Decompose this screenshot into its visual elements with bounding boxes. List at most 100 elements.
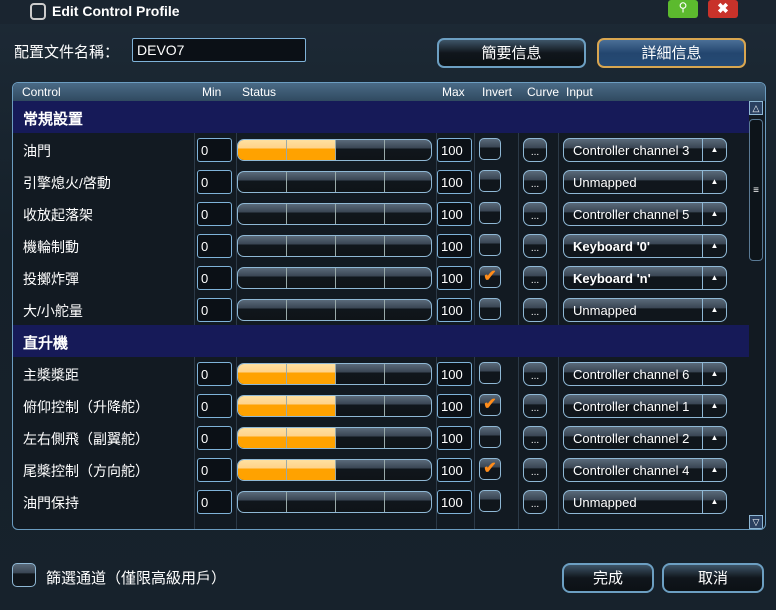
invert-checkbox[interactable]: ✔ <box>479 266 501 288</box>
invert-checkbox[interactable] <box>479 202 501 224</box>
bar-tick <box>335 172 336 192</box>
input-select[interactable]: Controller channel 4 ▲ <box>563 458 727 482</box>
col-min: Min <box>202 85 222 99</box>
curve-button[interactable]: ... <box>523 234 547 258</box>
input-select[interactable]: Controller channel 2 ▲ <box>563 426 727 450</box>
tab-summary[interactable]: 簡要信息 <box>437 38 586 68</box>
max-input[interactable]: 100 <box>437 362 472 386</box>
invert-checkbox[interactable] <box>479 298 501 320</box>
bar-tick <box>335 300 336 320</box>
vertical-scrollbar[interactable]: △ ≡ ▽ <box>749 101 763 529</box>
close-icon: ✖ <box>717 0 729 16</box>
input-select[interactable]: Unmapped ▲ <box>563 298 727 322</box>
min-input[interactable]: 0 <box>197 394 232 418</box>
control-row: 油門保持 0 100 ... Unmapped ▲ <box>13 485 749 517</box>
close-button[interactable]: ✖ <box>708 0 738 18</box>
invert-checkbox[interactable]: ✔ <box>479 394 501 416</box>
min-input[interactable]: 0 <box>197 426 232 450</box>
dropdown-arrow-icon: ▲ <box>702 235 726 257</box>
input-select[interactable]: Unmapped ▲ <box>563 170 727 194</box>
curve-button[interactable]: ... <box>523 298 547 322</box>
input-select[interactable]: Controller channel 3 ▲ <box>563 138 727 162</box>
curve-button[interactable]: ... <box>523 202 547 226</box>
status-bar <box>237 203 432 225</box>
status-bar <box>237 235 432 257</box>
table-header: Control Min Status Max Invert Curve Inpu… <box>13 83 765 101</box>
bar-tick <box>384 428 385 448</box>
curve-button[interactable]: ... <box>523 394 547 418</box>
min-input[interactable]: 0 <box>197 298 232 322</box>
bar-tick <box>384 300 385 320</box>
done-button[interactable]: 完成 <box>562 563 654 593</box>
input-value: Controller channel 1 <box>573 399 690 414</box>
curve-button[interactable]: ... <box>523 362 547 386</box>
status-bar <box>237 171 432 193</box>
min-input[interactable]: 0 <box>197 266 232 290</box>
control-name: 投擲炸彈 <box>23 271 79 287</box>
min-input[interactable]: 0 <box>197 202 232 226</box>
advanced-filter-checkbox[interactable] <box>12 563 36 587</box>
control-row: 尾槳控制（方向舵） 0 100 ✔ ... Controller channel… <box>13 453 749 485</box>
control-row: 大/小舵量 0 100 ... Unmapped ▲ <box>13 293 749 325</box>
curve-button[interactable]: ... <box>523 266 547 290</box>
invert-checkbox[interactable] <box>479 170 501 192</box>
max-input[interactable]: 100 <box>437 266 472 290</box>
input-select[interactable]: Keyboard 'n' ▲ <box>563 266 727 290</box>
control-table: Control Min Status Max Invert Curve Inpu… <box>12 82 766 530</box>
max-input[interactable]: 100 <box>437 234 472 258</box>
invert-checkbox[interactable] <box>479 426 501 448</box>
input-select[interactable]: Controller channel 5 ▲ <box>563 202 727 226</box>
tab-details[interactable]: 詳細信息 <box>597 38 746 68</box>
col-invert: Invert <box>482 85 513 99</box>
profile-name-label: 配置文件名稱： <box>14 44 120 61</box>
curve-button[interactable]: ... <box>523 138 547 162</box>
curve-button[interactable]: ... <box>523 426 547 450</box>
bar-tick <box>286 140 287 160</box>
bar-tick <box>335 140 336 160</box>
invert-checkbox[interactable]: ✔ <box>479 458 501 480</box>
input-select[interactable]: Controller channel 1 ▲ <box>563 394 727 418</box>
max-input[interactable]: 100 <box>437 138 472 162</box>
curve-button[interactable]: ... <box>523 170 547 194</box>
invert-checkbox[interactable] <box>479 490 501 512</box>
input-value: Unmapped <box>573 495 637 510</box>
control-name: 引擎熄火/啓動 <box>23 175 111 191</box>
invert-checkbox[interactable] <box>479 138 501 160</box>
magnifier-icon: ⚲ <box>678 0 688 14</box>
scroll-thumb[interactable]: ≡ <box>749 119 763 261</box>
input-select[interactable]: Keyboard '0' ▲ <box>563 234 727 258</box>
max-input[interactable]: 100 <box>437 458 472 482</box>
max-input[interactable]: 100 <box>437 202 472 226</box>
min-input[interactable]: 0 <box>197 362 232 386</box>
max-input[interactable]: 100 <box>437 490 472 514</box>
title-bar: Edit Control Profile ⚲ ✖ <box>0 0 776 24</box>
max-input[interactable]: 100 <box>437 170 472 194</box>
input-select[interactable]: Unmapped ▲ <box>563 490 727 514</box>
cancel-button[interactable]: 取消 <box>662 563 764 593</box>
min-input[interactable]: 0 <box>197 138 232 162</box>
profile-name-input[interactable]: DEVO7 <box>132 38 306 62</box>
bar-tick <box>335 428 336 448</box>
max-input[interactable]: 100 <box>437 426 472 450</box>
invert-checkbox[interactable] <box>479 362 501 384</box>
invert-checkbox[interactable] <box>479 234 501 256</box>
min-input[interactable]: 0 <box>197 490 232 514</box>
zoom-button[interactable]: ⚲ <box>668 0 698 18</box>
scroll-up-icon[interactable]: △ <box>749 101 763 115</box>
bar-tick <box>335 460 336 480</box>
min-input[interactable]: 0 <box>197 458 232 482</box>
max-input[interactable]: 100 <box>437 394 472 418</box>
min-input[interactable]: 0 <box>197 234 232 258</box>
control-row: 左右側飛（副翼舵） 0 100 ... Controller channel 2… <box>13 421 749 453</box>
curve-button[interactable]: ... <box>523 490 547 514</box>
scroll-down-icon[interactable]: ▽ <box>749 515 763 529</box>
curve-button[interactable]: ... <box>523 458 547 482</box>
bar-tick <box>384 236 385 256</box>
control-row: 油門 0 100 ... Controller channel 3 ▲ <box>13 133 749 165</box>
max-input[interactable]: 100 <box>437 298 472 322</box>
col-status: Status <box>242 85 277 99</box>
bar-tick <box>384 268 385 288</box>
control-name: 大/小舵量 <box>23 303 83 319</box>
min-input[interactable]: 0 <box>197 170 232 194</box>
input-select[interactable]: Controller channel 6 ▲ <box>563 362 727 386</box>
